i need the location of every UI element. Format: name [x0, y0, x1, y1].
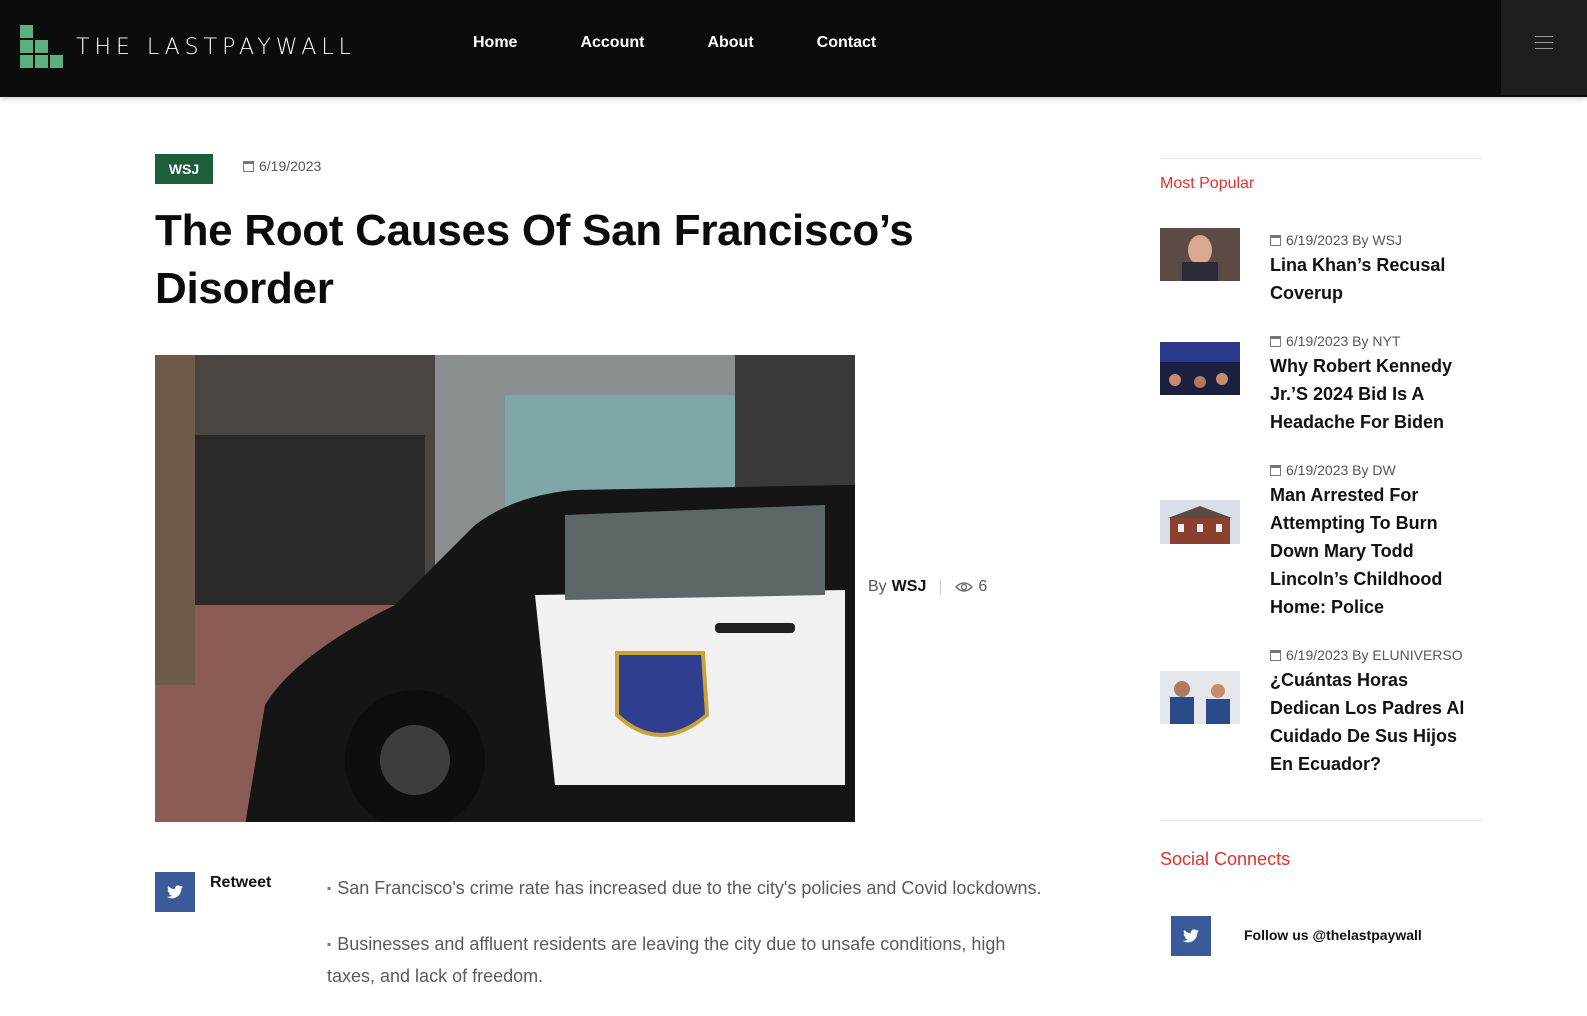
article-date: 6/19/2023	[243, 158, 321, 174]
article-hero-image	[155, 355, 855, 822]
nav-contact[interactable]: Contact	[817, 34, 877, 52]
post-meta-text: 6/19/2023 By NYT	[1286, 333, 1401, 349]
hamburger-icon	[1535, 36, 1553, 54]
eye-icon	[955, 582, 974, 592]
calendar-icon	[243, 160, 254, 172]
main-nav: Home Account About Contact	[473, 34, 939, 52]
post-thumbnail[interactable]	[1160, 228, 1240, 281]
site-logo[interactable]: THE LASTPAYWALL	[20, 25, 356, 69]
logo-mark-icon	[20, 25, 64, 69]
sidebar-divider	[1160, 820, 1482, 821]
source-tag[interactable]: WSJ	[155, 154, 213, 184]
summary-bullet: San Francisco's crime rate has increased…	[327, 872, 1047, 904]
calendar-icon	[1270, 464, 1281, 476]
retweet-label[interactable]: Retweet	[210, 874, 271, 892]
follow-twitter-button[interactable]	[1171, 916, 1211, 956]
most-popular-title: Most Popular	[1160, 175, 1255, 192]
article-summary: San Francisco's crime rate has increased…	[327, 872, 1047, 1016]
sidebar: Most Popular	[1160, 158, 1482, 193]
calendar-icon	[1270, 234, 1281, 246]
calendar-icon	[1270, 335, 1281, 347]
post-title[interactable]: ¿Cuántas Horas Dedican Los Padres Al Cui…	[1270, 666, 1480, 778]
view-count: 6	[978, 578, 988, 595]
follow-link[interactable]: Follow us @thelastpaywall	[1244, 927, 1422, 943]
brand-name: THE LASTPAYWALL	[76, 34, 356, 60]
retweet-button[interactable]	[155, 872, 195, 912]
post-meta-text: 6/19/2023 By ELUNIVERSO	[1286, 647, 1463, 663]
summary-bullet: Businesses and affluent residents are le…	[327, 928, 1047, 992]
article-title: The Root Causes Of San Francisco’s Disor…	[155, 206, 914, 313]
twitter-icon	[1183, 929, 1199, 943]
post-title[interactable]: Lina Khan’s Recusal Coverup	[1270, 251, 1480, 307]
post-thumbnail[interactable]	[1160, 500, 1240, 553]
post-meta-text: 6/19/2023 By WSJ	[1286, 232, 1402, 248]
post-meta: 6/19/2023 By WSJ	[1270, 232, 1402, 248]
author-link[interactable]: WSJ	[892, 578, 927, 596]
twitter-icon	[167, 885, 183, 899]
nav-about[interactable]: About	[707, 34, 753, 52]
hero-illustration	[155, 355, 855, 822]
calendar-icon	[1270, 649, 1281, 661]
sidebar-divider	[1160, 158, 1482, 159]
post-thumbnail[interactable]	[1160, 671, 1240, 724]
byline-divider	[940, 579, 942, 595]
nav-home[interactable]: Home	[473, 34, 517, 52]
post-meta: 6/19/2023 By DW	[1270, 462, 1396, 478]
site-header: THE LASTPAYWALL Home Account About Conta…	[0, 0, 1587, 97]
post-meta: 6/19/2023 By NYT	[1270, 333, 1400, 349]
social-connects-title: Social Connects	[1160, 849, 1291, 869]
post-title[interactable]: Why Robert Kennedy Jr.’S 2024 Bid Is A H…	[1270, 352, 1480, 436]
post-meta-text: 6/19/2023 By DW	[1286, 462, 1396, 478]
nav-account[interactable]: Account	[580, 34, 644, 52]
byline: By WSJ 6	[868, 578, 987, 596]
post-meta: 6/19/2023 By ELUNIVERSO	[1270, 647, 1463, 663]
post-thumbnail[interactable]	[1160, 342, 1240, 395]
byline-prefix: By	[868, 578, 887, 595]
article-date-text: 6/19/2023	[259, 158, 322, 174]
post-title[interactable]: Man Arrested For Attempting To Burn Down…	[1270, 481, 1480, 621]
menu-button[interactable]	[1501, 0, 1587, 95]
